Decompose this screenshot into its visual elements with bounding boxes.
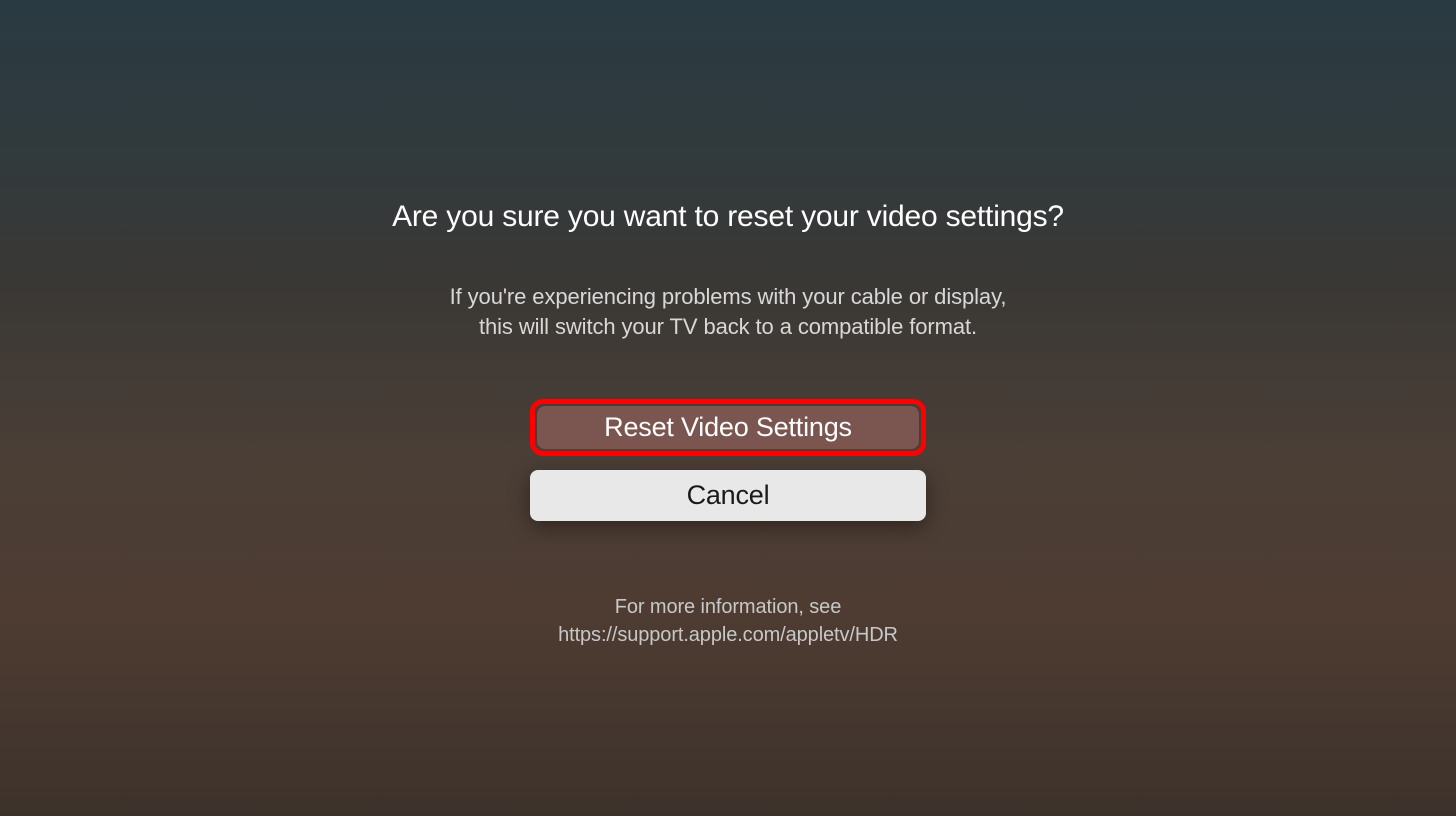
- footer-line-2: https://support.apple.com/appletv/HDR: [558, 624, 898, 646]
- dialog-description: If you're experiencing problems with you…: [450, 282, 1007, 341]
- dialog-title: Are you sure you want to reset your vide…: [392, 200, 1064, 234]
- reset-video-settings-button[interactable]: Reset Video Settings: [537, 406, 919, 449]
- footer-line-1: For more information, see: [615, 596, 841, 618]
- dialog-buttons: Reset Video Settings Cancel: [530, 399, 926, 521]
- cancel-button[interactable]: Cancel: [530, 470, 926, 521]
- reset-button-highlight: Reset Video Settings: [530, 399, 926, 456]
- reset-video-settings-dialog: Are you sure you want to reset your vide…: [0, 0, 1456, 816]
- description-line-1: If you're experiencing problems with you…: [450, 284, 1007, 309]
- description-line-2: this will switch your TV back to a compa…: [479, 314, 977, 339]
- dialog-footer: For more information, see https://suppor…: [558, 593, 898, 649]
